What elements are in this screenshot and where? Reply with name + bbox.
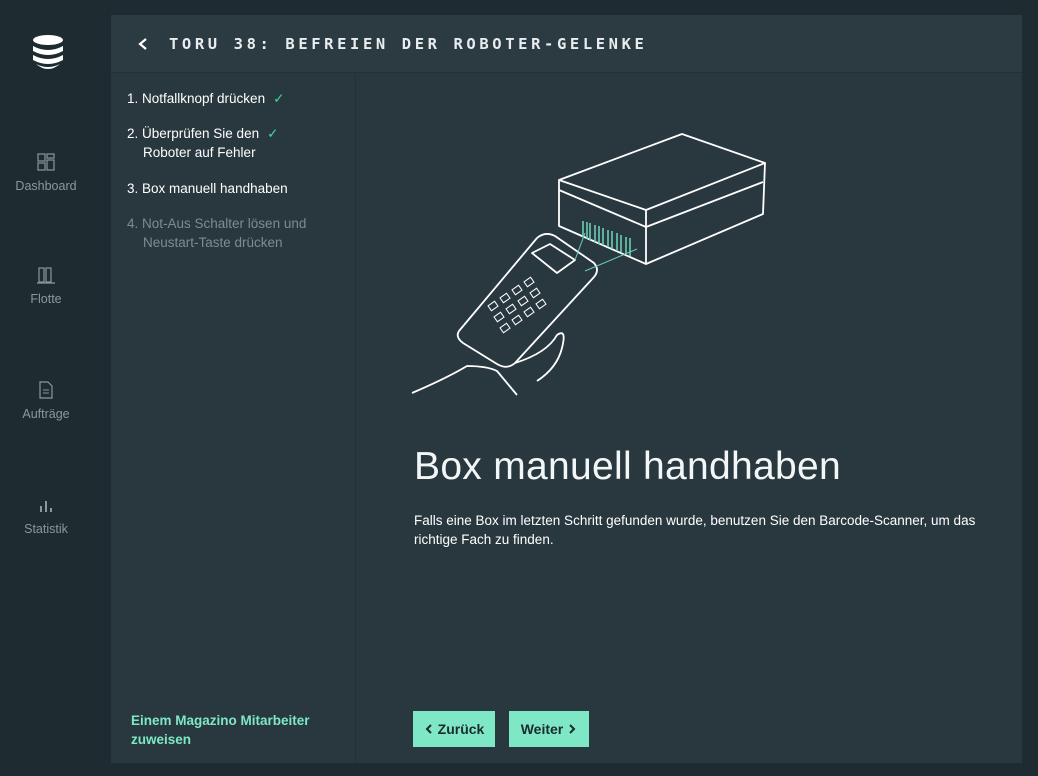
nav-item-flotte[interactable]: Flotte: [0, 265, 92, 306]
orders-icon: [39, 381, 53, 399]
nav-item-label: Aufträge: [22, 407, 70, 421]
main-panel: TORU 38: BEFREIEN DER ROBOTER-GELENKE 1.…: [111, 15, 1022, 763]
next-button[interactable]: Weiter: [509, 711, 589, 747]
dashboard-icon: [37, 153, 55, 171]
step-description: Falls eine Box im letzten Schritt gefund…: [414, 513, 976, 547]
step-content: Box manuell handhaben Falls eine Box im …: [357, 73, 1022, 763]
step-label: 3. Box manuell handhaben: [127, 181, 288, 196]
next-button-label: Weiter: [520, 721, 564, 737]
step-label: 4. Not-Aus Schalter lösen und: [127, 216, 307, 231]
step-label: 2. Überprüfen Sie den: [127, 126, 260, 141]
chevron-right-icon: [569, 724, 576, 734]
chevron-left-icon: [425, 724, 432, 734]
nav-item-statistik[interactable]: Statistik: [0, 495, 92, 536]
nav-item-label: Dashboard: [15, 179, 77, 193]
nav-item-label: Flotte: [30, 292, 62, 306]
back-button-label: Zurück: [437, 721, 485, 737]
chevron-left-icon: [138, 37, 147, 50]
step-item-pending: 4. Not-Aus Schalter lösen und Neustart-T…: [127, 214, 342, 252]
step-label: 1. Notfallknopf drücken: [127, 91, 266, 106]
nav-item-auftraege[interactable]: Aufträge: [0, 380, 92, 421]
barcode-scanner-illustration: [411, 133, 766, 396]
page-title: TORU 38: BEFREIEN DER ROBOTER-GELENKE: [169, 34, 648, 53]
step-item: 1. Notfallknopf drücken ✓: [127, 89, 342, 108]
step-item: 2. Überprüfen Sie den ✓ Roboter auf Fehle…: [127, 124, 342, 162]
step-label-continued: Roboter auf Fehler: [143, 145, 256, 160]
back-arrow-button[interactable]: [133, 34, 153, 54]
nav-rail: Dashboard Flotte Aufträge Statistik: [0, 0, 92, 776]
back-button[interactable]: Zurück: [413, 711, 495, 747]
fleet-icon: [37, 267, 55, 284]
step-heading: Box manuell handhaben: [414, 445, 841, 488]
check-icon: ✓: [267, 126, 279, 141]
statistics-icon: [40, 501, 52, 512]
nav-item-dashboard[interactable]: Dashboard: [0, 152, 92, 193]
magazino-logo-icon[interactable]: [30, 32, 66, 72]
check-icon: ✓: [273, 91, 285, 106]
step-label-continued: Neustart-Taste drücken: [143, 235, 283, 250]
assign-employee-link[interactable]: Einem Magazino Mitarbeiter zuweisen: [131, 711, 346, 749]
nav-item-label: Statistik: [24, 522, 68, 536]
steps-list: 1. Notfallknopf drücken ✓ 2. Überprüfen S…: [111, 73, 356, 763]
header-bar: TORU 38: BEFREIEN DER ROBOTER-GELENKE: [111, 15, 1022, 73]
step-item-current: 3. Box manuell handhaben: [127, 179, 342, 198]
